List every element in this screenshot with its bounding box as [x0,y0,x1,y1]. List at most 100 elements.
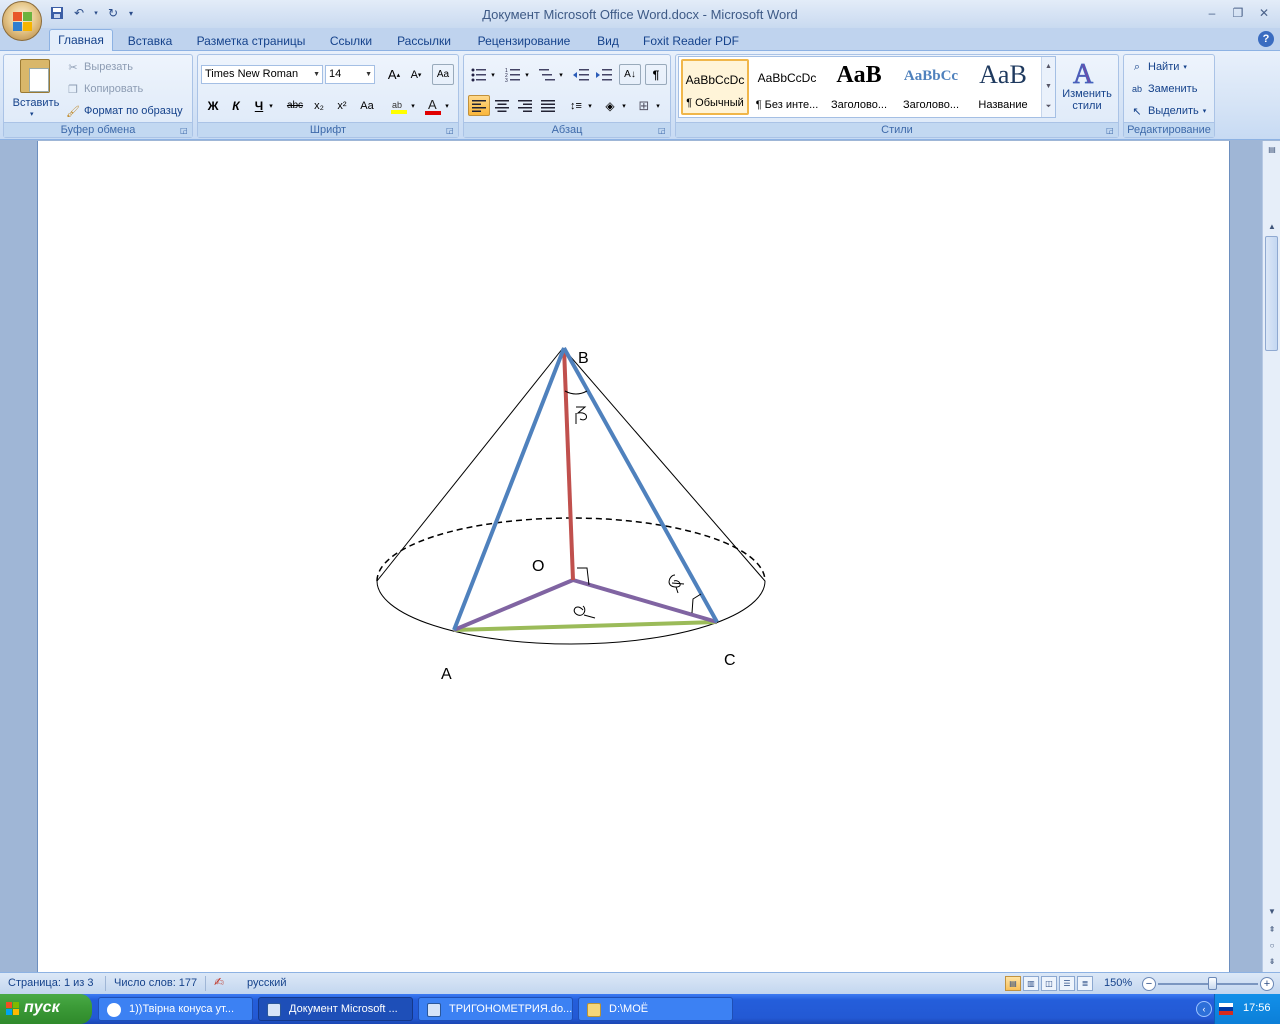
superscript-button[interactable]: x² [331,95,353,116]
bullets-dropdown-icon[interactable]: ▾ [488,64,498,85]
style-heading-2[interactable]: AaBbCc Заголово... [897,59,965,115]
office-button[interactable] [2,1,42,41]
styles-gallery-scroll[interactable]: ▲ ▼ ⏷ [1041,57,1055,117]
next-page-icon[interactable]: ⇟ [1266,956,1278,968]
zoom-slider-thumb[interactable] [1208,977,1217,990]
taskbar-item-browser[interactable]: 1))Твірна конуса ут... [98,997,253,1021]
highlight-dropdown-icon[interactable]: ▾ [408,95,418,116]
grow-font-button[interactable]: A ▴ [383,64,405,85]
line-spacing-button[interactable]: ↕≡ [565,95,587,116]
clipboard-dialog-launcher-icon[interactable]: ◲ [180,126,189,135]
tab-view[interactable]: Вид [590,31,626,51]
gallery-up-icon[interactable]: ▲ [1042,57,1055,77]
zoom-level[interactable]: 150% [1104,977,1132,989]
line-spacing-dropdown-icon[interactable]: ▾ [585,95,595,116]
browse-object-icon[interactable]: ○ [1266,940,1278,952]
shrink-font-button[interactable]: A ▾ [405,64,427,85]
font-size-combo[interactable]: 14 ▼ [325,65,375,84]
style-title[interactable]: AaB Название [969,59,1037,115]
close-button[interactable]: ✕ [1252,3,1276,23]
change-case-button[interactable]: Aa [356,95,378,116]
shading-dropdown-icon[interactable]: ▾ [619,95,629,116]
sort-button[interactable]: A↓ [619,64,641,85]
style-normal[interactable]: AaBbCcDc ¶ Обычный [681,59,749,115]
tab-home[interactable]: Главная [49,29,113,52]
style-heading-1[interactable]: AaB Заголово... [825,59,893,115]
tray-expand-icon[interactable]: ‹ [1196,1001,1212,1017]
previous-page-icon[interactable]: ⇞ [1266,924,1278,936]
change-styles-button[interactable]: A Изменить стили [1058,57,1116,121]
copy-button[interactable]: ❐ Копировать [66,82,143,96]
font-color-button[interactable]: A [422,95,444,116]
increase-indent-button[interactable] [593,64,615,85]
gallery-down-icon[interactable]: ▼ [1042,77,1055,97]
font-color-dropdown-icon[interactable]: ▾ [442,95,452,116]
strikethrough-button[interactable]: abc [284,95,306,116]
align-left-button[interactable] [468,95,490,116]
ruler-toggle-icon[interactable]: ▤ [1266,144,1278,156]
format-painter-button[interactable]: 🖌 Формат по образцу [66,104,183,118]
draft-view-icon[interactable]: ≣ [1077,976,1093,991]
taskbar-item-word-document[interactable]: Документ Microsoft ... [258,997,413,1021]
align-right-button[interactable] [514,95,536,116]
numbering-dropdown-icon[interactable]: ▾ [522,64,532,85]
font-family-combo[interactable]: Times New Roman ▼ [201,65,323,84]
vertical-scrollbar[interactable]: ▤ ▲ ▼ ⇞ ○ ⇟ [1262,141,1280,972]
style-no-spacing[interactable]: AaBbCcDc ¶ Без инте... [753,59,821,115]
tab-references[interactable]: Ссылки [322,31,380,51]
italic-button[interactable]: К [225,95,247,116]
scroll-down-icon[interactable]: ▼ [1266,906,1278,918]
select-button[interactable]: ↖ Выделить ▾ [1130,104,1206,118]
gallery-more-icon[interactable]: ⏷ [1042,97,1055,117]
minimize-button[interactable]: – [1200,3,1224,23]
outline-view-icon[interactable]: ☰ [1059,976,1075,991]
replace-button[interactable]: ab Заменить [1130,82,1197,96]
start-button[interactable]: пуск [0,994,92,1024]
print-layout-view-icon[interactable]: ▤ [1005,976,1021,991]
full-screen-reading-view-icon[interactable]: ▥ [1023,976,1039,991]
language-indicator[interactable]: русский [247,977,286,989]
paragraph-dialog-launcher-icon[interactable]: ◲ [658,126,667,135]
language-flag-icon[interactable] [1219,1003,1233,1015]
scroll-up-icon[interactable]: ▲ [1266,221,1278,233]
restore-button[interactable]: ❐ [1226,3,1250,23]
scrollbar-thumb[interactable] [1265,236,1278,351]
borders-button[interactable]: ⊞ [633,95,655,116]
styles-dialog-launcher-icon[interactable]: ◲ [1106,126,1115,135]
spellcheck-icon[interactable]: ✍ [214,975,224,989]
tab-mailings[interactable]: Рассылки [390,31,458,51]
justify-button[interactable] [537,95,559,116]
taskbar-item-folder[interactable]: D:\МОЁ [578,997,733,1021]
align-center-button[interactable] [491,95,513,116]
paste-button[interactable]: Вставить ▾ [4,55,64,121]
clock[interactable]: 17:56 [1243,1002,1271,1014]
decrease-indent-button[interactable] [570,64,592,85]
tab-review[interactable]: Рецензирование [468,31,580,51]
multilevel-list-button[interactable] [536,64,558,85]
subscript-button[interactable]: x₂ [308,95,330,116]
tab-page-layout[interactable]: Разметка страницы [190,31,312,51]
highlight-button[interactable]: ab [388,95,410,116]
show-formatting-marks-button[interactable]: ¶ [645,64,667,85]
borders-dropdown-icon[interactable]: ▾ [653,95,663,116]
bold-button[interactable]: Ж [202,95,224,116]
cut-button[interactable]: ✂ Вырезать [66,60,133,74]
numbering-button[interactable]: 123 [502,64,524,85]
taskbar-item-trigonometry[interactable]: ТРИГОНОМЕТРИЯ.do... [418,997,573,1021]
document-page[interactable]: B O A C [37,141,1230,972]
find-button[interactable]: ⌕ Найти ▾ [1130,60,1187,74]
shading-button[interactable]: ◈ [599,95,621,116]
zoom-in-icon[interactable]: + [1260,977,1274,991]
tab-foxit-reader-pdf[interactable]: Foxit Reader PDF [636,31,746,51]
web-layout-view-icon[interactable]: ◫ [1041,976,1057,991]
underline-dropdown-icon[interactable]: ▾ [266,95,276,116]
page-count[interactable]: Страница: 1 из 3 [8,977,94,989]
word-count[interactable]: Число слов: 177 [114,977,197,989]
tab-insert[interactable]: Вставка [120,31,180,51]
font-dialog-launcher-icon[interactable]: ◲ [446,126,455,135]
zoom-out-icon[interactable]: − [1142,977,1156,991]
bullets-button[interactable] [468,64,490,85]
multilevel-dropdown-icon[interactable]: ▾ [556,64,566,85]
help-icon[interactable]: ? [1258,31,1274,47]
clear-formatting-button[interactable]: Aa [432,64,454,85]
